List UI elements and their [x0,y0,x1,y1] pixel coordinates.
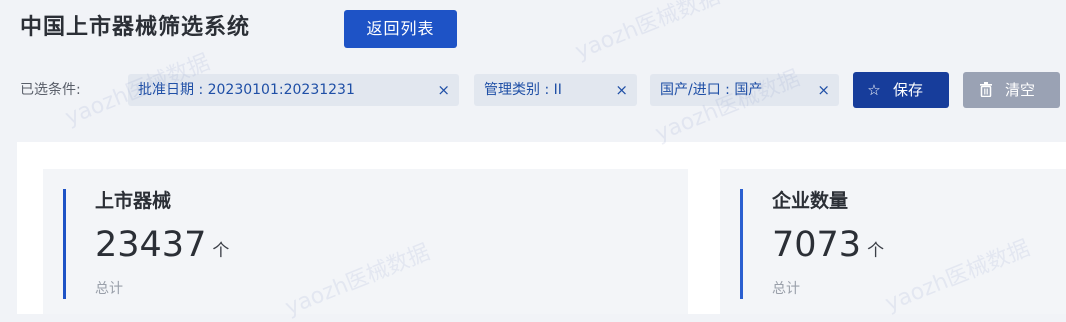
star-icon: ☆ [867,81,881,99]
card-label: 企业数量 [772,190,849,212]
clear-button[interactable]: 清空 [963,72,1060,108]
card-subtitle: 总计 [772,281,800,297]
card-label: 上市器械 [95,190,172,212]
filter-chip-text: 批准日期 : 20230101:20231231 [138,82,355,98]
close-icon[interactable]: × [817,74,830,106]
save-button[interactable]: ☆ 保存 [853,72,949,108]
card-accent-bar [63,189,66,299]
close-icon[interactable]: × [615,74,628,106]
card-unit: 个 [867,241,885,261]
clear-button-label: 清空 [1005,81,1036,99]
filter-chip-text: 管理类别 : II [484,82,562,98]
save-button-label: 保存 [893,81,924,99]
filter-chip-origin: 国产/进口 : 国产 × [650,74,839,106]
card-subtitle: 总计 [95,281,123,297]
filter-chip-text: 国产/进口 : 国产 [660,82,763,98]
card-unit: 个 [212,241,230,261]
close-icon[interactable]: × [437,74,450,106]
card-value: 7073 个 [772,223,884,273]
card-number: 7073 [772,225,862,265]
card-accent-bar [740,189,743,299]
back-to-list-button[interactable]: 返回列表 [344,10,457,48]
card-number: 23437 [95,225,207,265]
card-value: 23437 个 [95,223,229,273]
page-title: 中国上市器械筛选系统 [20,15,251,40]
trash-icon [975,72,997,108]
header-area: 中国上市器械筛选系统 返回列表 已选条件: 批准日期 : 20230101:20… [0,0,1066,124]
filter-chip-approval-date: 批准日期 : 20230101:20231231 × [128,74,459,106]
stat-card-devices: 上市器械 23437 个 总计 [43,169,688,314]
stat-card-companies: 企业数量 7073 个 总计 [720,169,1066,314]
selected-filters-label: 已选条件: [20,82,81,98]
filter-chip-management-class: 管理类别 : II × [474,74,637,106]
